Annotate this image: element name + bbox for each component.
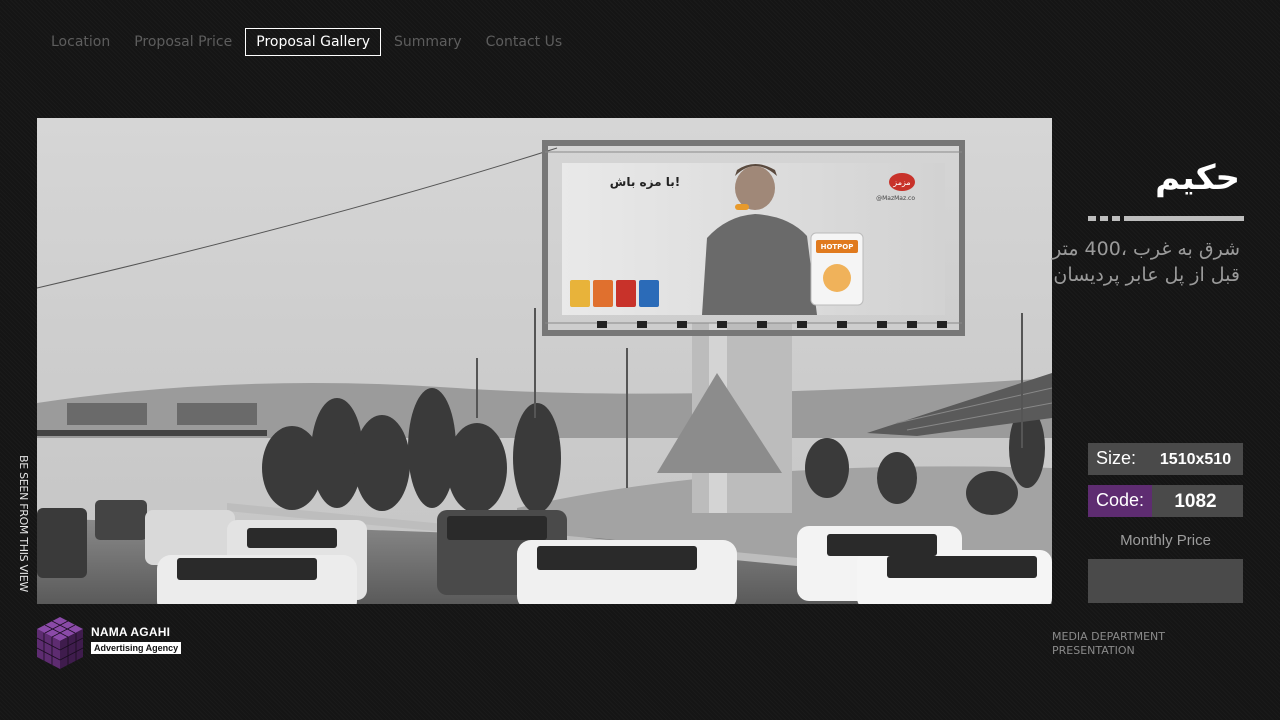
title-divider [1088, 216, 1244, 221]
nav-contact-us[interactable]: Contact Us [475, 28, 573, 56]
monthly-price-box [1088, 559, 1243, 603]
department-caption: MEDIA DEPARTMENT PRESENTATION [1052, 630, 1165, 658]
code-label: Code: [1088, 485, 1153, 517]
billboard-handle: @MazMaz.co [876, 195, 915, 202]
dept-line-2: PRESENTATION [1052, 644, 1135, 657]
logo-tagline: Advertising Agency [91, 642, 182, 654]
monthly-price-label: Monthly Price [1120, 532, 1211, 549]
gallery-photo: با مزه باش! مزمز @MazMaz.co HOTPOP [37, 118, 1052, 604]
agency-logo: NAMA AGAHI Advertising Agency [36, 615, 186, 671]
view-caption-text: BE SEEN FROM THIS VIEW [17, 455, 30, 592]
code-spec: Code: 1082 [1088, 485, 1243, 517]
nav-location[interactable]: Location [40, 28, 121, 56]
nav-summary[interactable]: Summary [383, 28, 473, 56]
code-value: 1082 [1174, 491, 1217, 512]
dept-line-1: MEDIA DEPARTMENT [1052, 630, 1166, 643]
size-spec: Size: 1510x510 [1088, 443, 1243, 475]
billboard-slogan: با مزه باش! [610, 175, 680, 189]
size-label: Size: [1096, 448, 1137, 468]
cube-logo-icon [36, 617, 84, 669]
product-label: HOTPOP [821, 243, 854, 251]
billboard-brand: مزمز [892, 178, 910, 187]
nav-proposal-gallery[interactable]: Proposal Gallery [245, 28, 381, 56]
nav-proposal-price[interactable]: Proposal Price [123, 28, 243, 56]
location-title: حکیم [1155, 158, 1240, 198]
view-caption: BE SEEN FROM THIS VIEW [17, 455, 35, 605]
top-nav: Location Proposal Price Proposal Gallery… [40, 27, 575, 57]
logo-name: NAMA AGAHI [91, 625, 171, 639]
location-address: شرق به غرب ،400 متر قبل از پل عابر پردیس… [1052, 238, 1240, 286]
size-value: 1510x510 [1159, 451, 1232, 468]
